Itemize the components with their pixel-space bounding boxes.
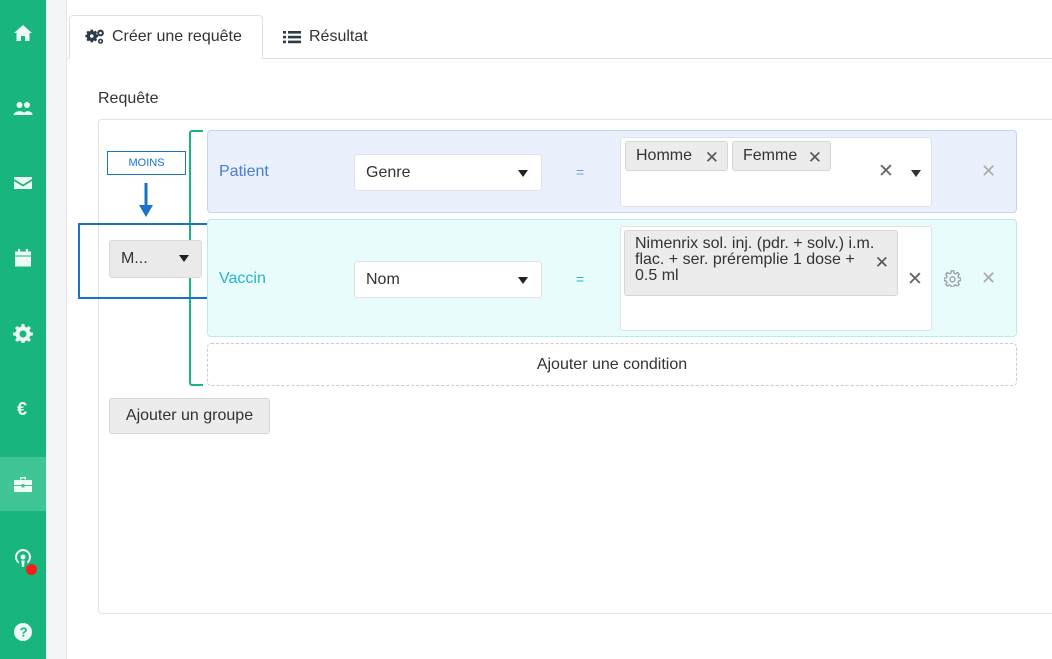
rule-field-select[interactable]: Genre	[354, 154, 542, 191]
tab-create-query[interactable]: Créer une requête	[69, 15, 263, 59]
rule-values-multiselect[interactable]: Nimenrix sol. inj. (pdr. + solv.) i.m. f…	[620, 226, 932, 331]
rule-values-multiselect[interactable]: Homme ✕ Femme ✕ ✕	[620, 137, 932, 207]
caret-down-icon	[518, 277, 528, 284]
remove-chip-icon[interactable]: ✕	[808, 148, 822, 168]
home-icon	[14, 25, 32, 41]
rule-settings-icon[interactable]	[944, 270, 961, 287]
rule-entity-label: Patient	[219, 163, 269, 180]
toolbox-icon	[14, 477, 32, 492]
remove-rule-icon[interactable]: ✕	[981, 268, 996, 289]
rule-field-select[interactable]: Nom	[354, 261, 542, 298]
cogs-icon	[85, 29, 104, 44]
query-label: Requête	[98, 90, 159, 107]
tab-result[interactable]: Résultat	[267, 15, 383, 59]
caret-down-icon	[518, 170, 528, 177]
euro-icon: €	[17, 399, 27, 418]
rule-field-value: Genre	[366, 163, 411, 181]
rule-operator: =	[576, 164, 585, 180]
rule-entity-label: Vaccin	[219, 270, 266, 287]
users-icon	[13, 102, 33, 115]
value-chip: Femme ✕	[732, 141, 831, 171]
group-operator-select[interactable]: M...	[109, 240, 202, 278]
arrow-down-icon	[139, 183, 153, 217]
value-chip-label: Nimenrix sol. inj. (pdr. + solv.) i.m. f…	[635, 235, 875, 284]
caret-down-icon	[179, 255, 189, 262]
tab-create-query-label: Créer une requête	[112, 28, 242, 45]
rule-operator: =	[576, 271, 585, 287]
gear-icon	[13, 324, 33, 343]
value-chip-label: Homme	[636, 147, 693, 164]
value-chip: Homme ✕	[625, 141, 728, 171]
sidebar-item-help[interactable]: ?	[0, 605, 46, 659]
sidebar-item-users[interactable]	[0, 81, 46, 135]
svg-text:€: €	[17, 399, 27, 418]
rule-field-value: Nom	[366, 270, 400, 288]
list-icon	[283, 31, 301, 44]
notification-dot	[26, 564, 37, 575]
svg-text:?: ?	[20, 625, 28, 640]
sidebar-item-broadcast[interactable]	[0, 531, 46, 585]
annotation-label: MOINS	[107, 151, 186, 175]
remove-rule-icon[interactable]: ✕	[981, 161, 996, 182]
sidebar-item-billing[interactable]: €	[0, 381, 46, 435]
tab-result-label: Résultat	[309, 28, 368, 45]
sidebar-item-home[interactable]	[0, 6, 46, 60]
rule-row-patient: Patient Genre = Homme ✕ Femme ✕ ✕ ✕	[207, 130, 1017, 213]
group-operator-value: M...	[121, 250, 148, 267]
sidebar-item-messages[interactable]	[0, 156, 46, 210]
value-chip: Nimenrix sol. inj. (pdr. + solv.) i.m. f…	[624, 230, 898, 296]
clear-values-icon[interactable]: ✕	[907, 268, 923, 291]
sidebar-item-tools[interactable]	[0, 457, 46, 511]
clear-values-icon[interactable]: ✕	[878, 160, 894, 183]
add-condition-button[interactable]: Ajouter une condition	[207, 343, 1017, 386]
add-group-button[interactable]: Ajouter un groupe	[109, 398, 270, 434]
envelope-icon	[14, 177, 32, 189]
calendar-icon	[15, 249, 31, 267]
tab-bar: Créer une requête Résultat	[67, 15, 1052, 59]
value-chip-label: Femme	[743, 147, 798, 164]
help-icon: ?	[14, 623, 32, 641]
dropdown-caret-icon[interactable]	[911, 170, 921, 177]
rule-row-vaccin: Vaccin Nom = Nimenrix sol. inj. (pdr. + …	[207, 219, 1017, 337]
sidebar-item-calendar[interactable]	[0, 231, 46, 285]
remove-chip-icon[interactable]: ✕	[875, 254, 889, 271]
sidebar: € ?	[0, 0, 46, 659]
sidebar-item-settings[interactable]	[0, 306, 46, 360]
remove-chip-icon[interactable]: ✕	[705, 148, 719, 168]
